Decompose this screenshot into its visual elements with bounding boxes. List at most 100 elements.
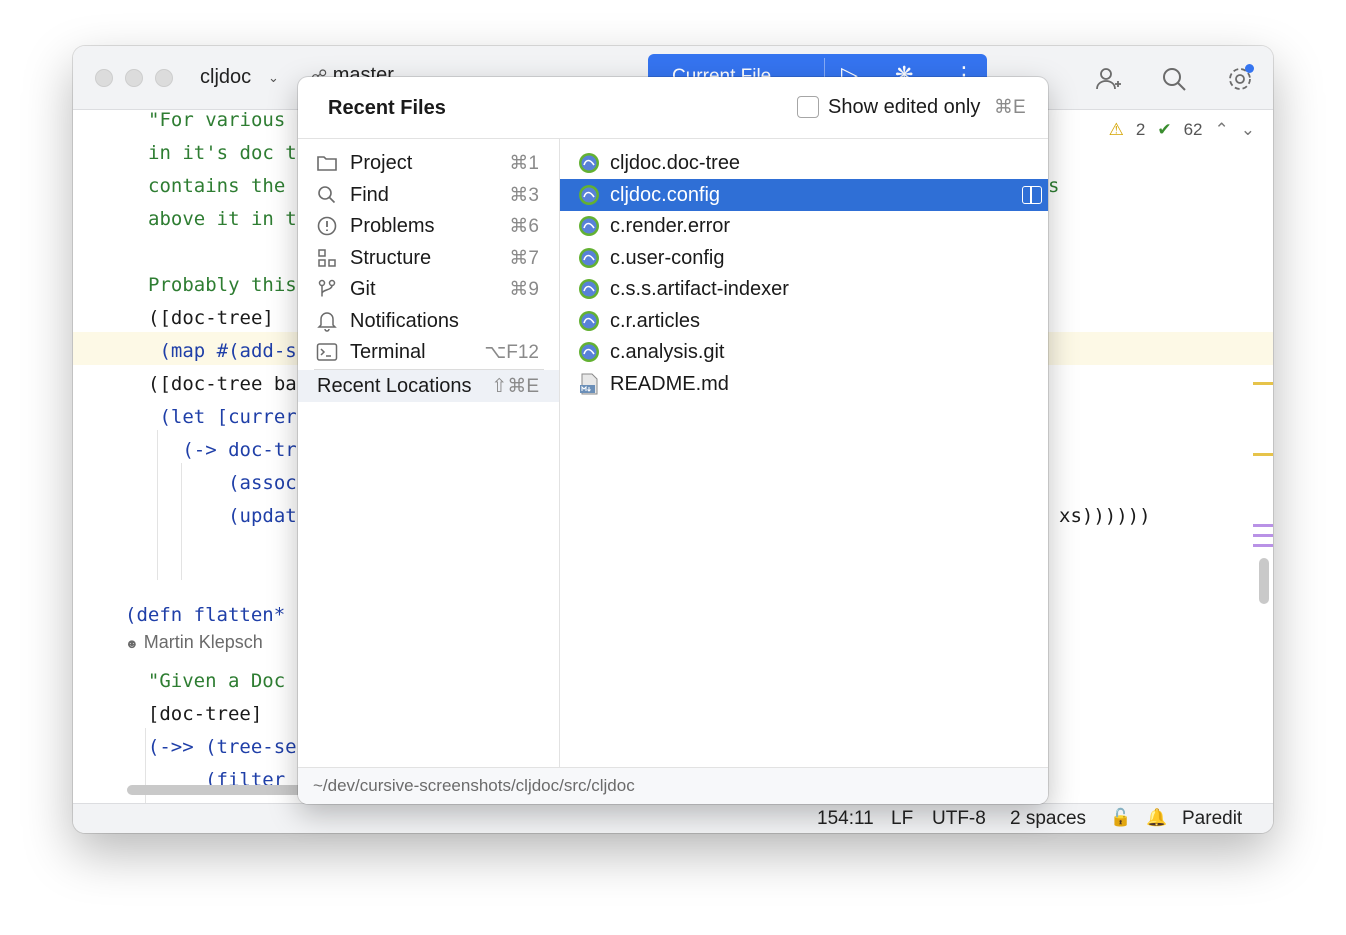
code-line: Probably this — [148, 274, 297, 296]
file-item[interactable]: cljdoc.doc-tree — [560, 147, 1048, 179]
recent-files-popup: Recent Files Show edited only ⌘E Project… — [298, 77, 1048, 804]
code-line: ([doc-tree ba — [148, 373, 297, 395]
chevron-down-icon: ⌄ — [268, 70, 279, 85]
change-marker[interactable] — [1253, 544, 1273, 547]
code-line: [doc-tree] — [125, 703, 263, 725]
person-icon: ☻ — [125, 636, 139, 651]
code-line: in it's doc t — [148, 142, 297, 164]
show-edited-shortcut: ⌘E — [994, 97, 1026, 118]
code-line: "For various — [148, 109, 286, 131]
file-label: c.user-config — [610, 247, 725, 269]
zoom-window-button[interactable] — [155, 69, 173, 87]
file-item[interactable]: c.analysis.git — [560, 336, 1048, 368]
nav-shortcut: ⌘3 — [509, 185, 539, 206]
git-icon — [316, 278, 338, 300]
code-line: (map #(add-s — [148, 340, 297, 362]
file-label: cljdoc.config — [610, 184, 721, 206]
nav-label: Project — [350, 152, 413, 174]
nav-item-project[interactable]: Project ⌘1 — [298, 147, 559, 179]
file-item[interactable]: c.s.s.artifact-indexer — [560, 273, 1048, 305]
nav-label: Notifications — [350, 310, 459, 332]
close-window-button[interactable] — [95, 69, 113, 87]
vertical-scrollbar[interactable] — [1259, 558, 1269, 604]
nav-item-git[interactable]: Git ⌘9 — [298, 273, 559, 305]
clojure-icon — [579, 311, 599, 331]
nav-label: Find — [350, 184, 389, 206]
nav-item-terminal[interactable]: Terminal ⌥F12 — [298, 336, 559, 368]
bell-icon — [316, 310, 338, 332]
code-line: (let [currer — [148, 406, 297, 428]
structure-icon — [316, 247, 338, 269]
project-selector[interactable]: cljdoc — [200, 66, 251, 89]
nav-shortcut: ⌥F12 — [484, 342, 539, 363]
file-label: c.render.error — [610, 215, 731, 237]
code-line: (updat — [148, 505, 297, 527]
code-line: (-> doc-tr — [148, 439, 297, 461]
open-in-split-icon[interactable] — [1022, 186, 1042, 204]
file-item[interactable]: c.render.error — [560, 210, 1048, 242]
settings-icon[interactable] — [1223, 62, 1257, 96]
nav-label: Problems — [350, 215, 435, 237]
nav-label: Recent Locations — [317, 375, 472, 397]
problems-icon — [316, 215, 338, 237]
code-line: contains the — [148, 175, 286, 197]
recent-files-list: cljdoc.doc-tree cljdoc.config c.render.e… — [560, 139, 1048, 767]
caret-position[interactable]: 154:11 — [817, 808, 874, 830]
update-badge — [1245, 64, 1254, 73]
indent-setting[interactable]: 2 spaces — [1010, 808, 1086, 830]
status-bar: 154:11 LF UTF-8 2 spaces 🔓 🔔 Paredit — [73, 803, 1273, 833]
show-edited-label[interactable]: Show edited only — [828, 96, 980, 119]
file-label: c.analysis.git — [610, 341, 725, 363]
code-line-fragment: s — [1048, 175, 1060, 197]
nav-item-structure[interactable]: Structure ⌘7 — [298, 242, 559, 274]
nav-shortcut: ⌘6 — [509, 216, 539, 237]
file-encoding[interactable]: UTF-8 — [932, 808, 986, 830]
minimize-window-button[interactable] — [125, 69, 143, 87]
clojure-icon — [579, 248, 599, 268]
code-line: (->> (tree-se — [125, 736, 297, 758]
code-line: ([doc-tree] — [148, 307, 274, 329]
chevron-up-icon[interactable]: ⌃ — [1215, 120, 1229, 140]
line-separator[interactable]: LF — [891, 808, 913, 830]
clojure-icon — [579, 342, 599, 362]
nav-item-notifications[interactable]: Notifications — [298, 305, 559, 337]
nav-shortcut: ⌘7 — [509, 248, 539, 269]
nav-item-problems[interactable]: Problems ⌘6 — [298, 210, 559, 242]
lock-icon[interactable]: 🔓 — [1110, 808, 1131, 828]
file-item[interactable]: c.user-config — [560, 242, 1048, 274]
add-user-icon[interactable] — [1091, 62, 1125, 96]
code-line: "Given a Doc — [125, 670, 286, 692]
change-marker[interactable] — [1253, 534, 1273, 537]
code-line: (assoc — [148, 472, 297, 494]
popup-footer: ~/dev/cursive-screenshots/cljdoc/src/clj… — [298, 767, 1048, 804]
file-label: c.r.articles — [610, 310, 701, 332]
paredit-mode[interactable]: Paredit — [1182, 808, 1242, 830]
warning-marker[interactable] — [1253, 453, 1273, 456]
file-label: cljdoc.doc-tree — [610, 152, 741, 174]
search-icon — [316, 184, 338, 206]
change-marker[interactable] — [1253, 524, 1273, 527]
warning-icon: ⚠ — [1108, 120, 1124, 139]
nav-item-recent-locations[interactable]: Recent Locations ⇧⌘E — [298, 370, 559, 402]
check-icon: ✔ — [1157, 120, 1172, 139]
nav-item-find[interactable]: Find ⌘3 — [298, 179, 559, 211]
file-path: ~/dev/cursive-screenshots/cljdoc/src/clj… — [313, 776, 635, 795]
tool-window-list: Project ⌘1 Find ⌘3 Problems ⌘6 Structure… — [298, 139, 560, 767]
inspections-widget[interactable]: ⚠ 2 ✔ 62 ⌃ ⌄ — [1109, 120, 1255, 140]
nav-label: Git — [350, 278, 376, 300]
popup-title: Recent Files — [328, 97, 446, 119]
file-item[interactable]: README.md — [560, 368, 1048, 400]
popup-header: Recent Files Show edited only ⌘E — [298, 77, 1048, 139]
file-item[interactable]: c.r.articles — [560, 305, 1048, 337]
author-inlay[interactable]: ☻ Martin Klepsch — [125, 632, 263, 653]
folder-icon — [316, 152, 338, 174]
bell-icon[interactable]: 🔔 — [1146, 808, 1167, 828]
nav-shortcut: ⇧⌘E — [491, 376, 539, 397]
chevron-down-icon[interactable]: ⌄ — [1241, 120, 1255, 140]
code-line-fragment: xs)))))) — [1059, 505, 1151, 527]
file-item-selected[interactable]: cljdoc.config — [560, 179, 1048, 211]
show-edited-checkbox[interactable] — [797, 96, 819, 118]
search-icon[interactable] — [1157, 62, 1191, 96]
warning-marker[interactable] — [1253, 382, 1273, 385]
file-label: c.s.s.artifact-indexer — [610, 278, 789, 300]
